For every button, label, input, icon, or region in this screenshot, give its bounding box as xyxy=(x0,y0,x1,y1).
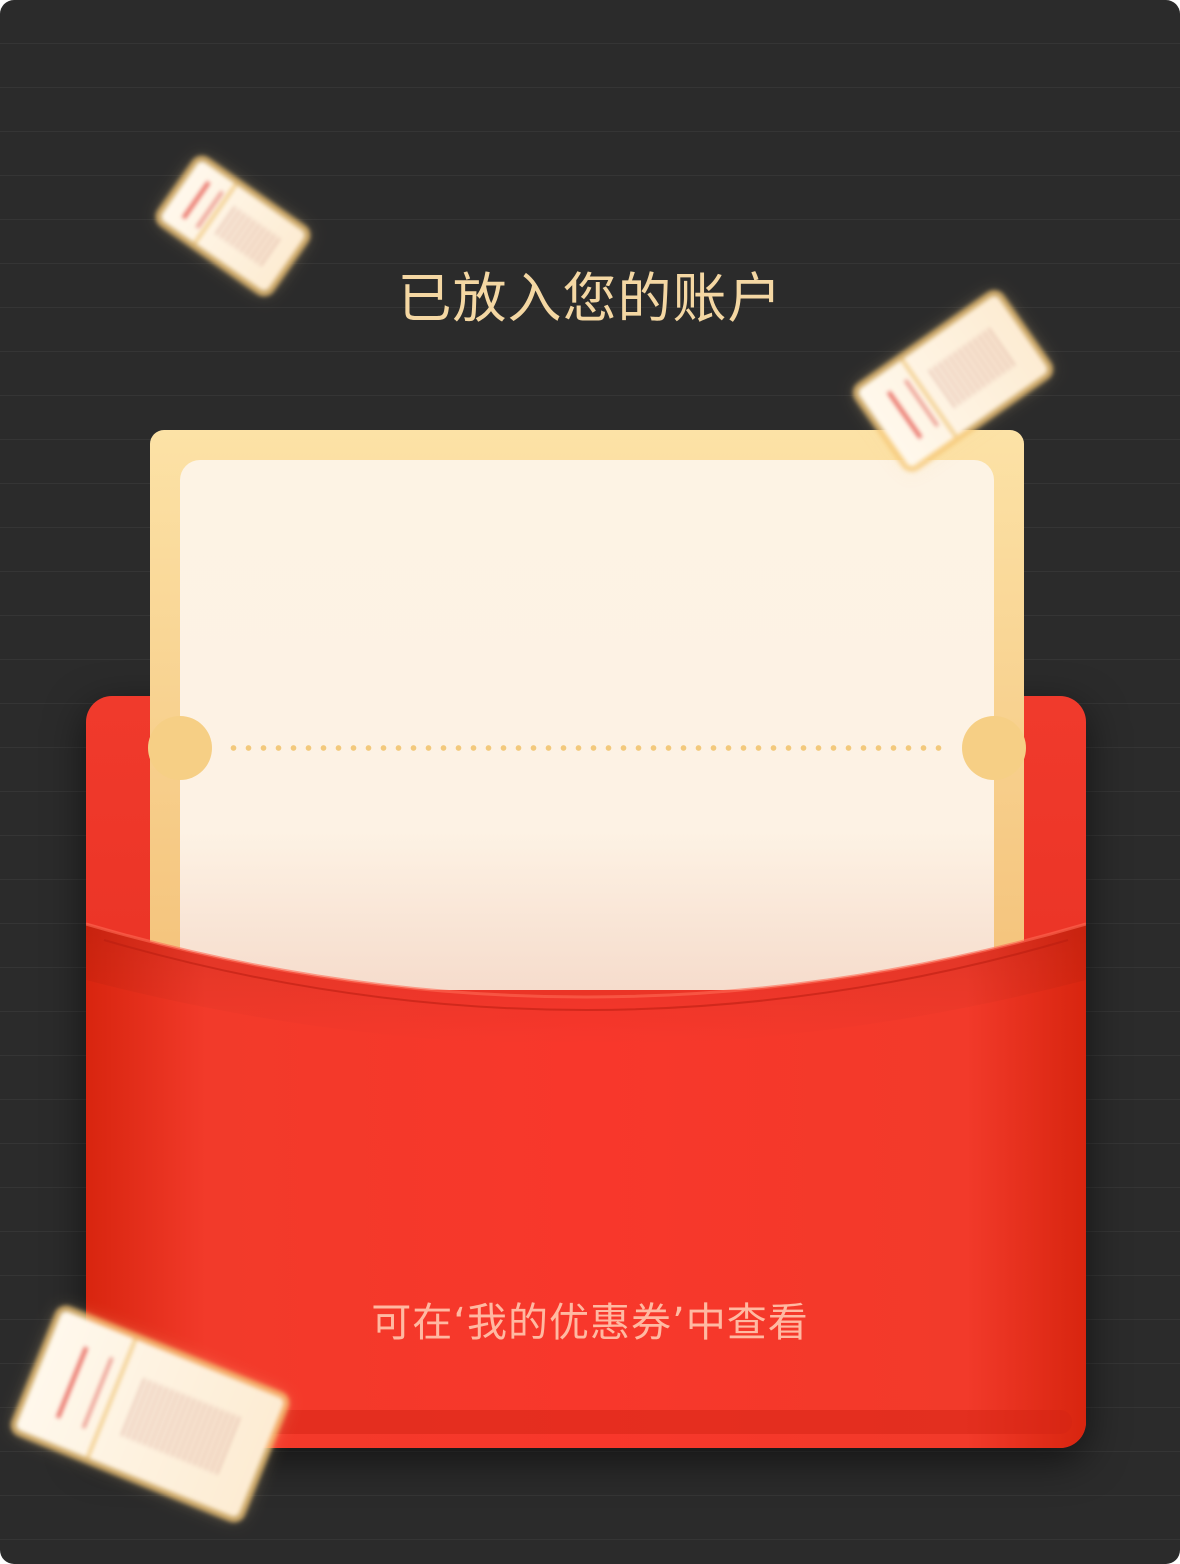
coupon-location-hint: 可在‘我的优惠券’中查看 xyxy=(371,1300,809,1346)
coupon-barcode xyxy=(928,327,1017,408)
reward-dialog: 已放入您的账户 可在‘我的优惠券’中查看 xyxy=(0,0,1180,1564)
coupon-notch-left xyxy=(148,716,212,780)
coupon-mark xyxy=(182,181,224,229)
coupon-barcode xyxy=(120,1378,242,1475)
coupon-notch-right xyxy=(962,716,1026,780)
coupon-barcode xyxy=(214,205,282,267)
coupon-mark xyxy=(886,379,939,440)
coupon-perforation xyxy=(226,745,948,751)
red-envelope-pocket xyxy=(86,900,1086,1448)
